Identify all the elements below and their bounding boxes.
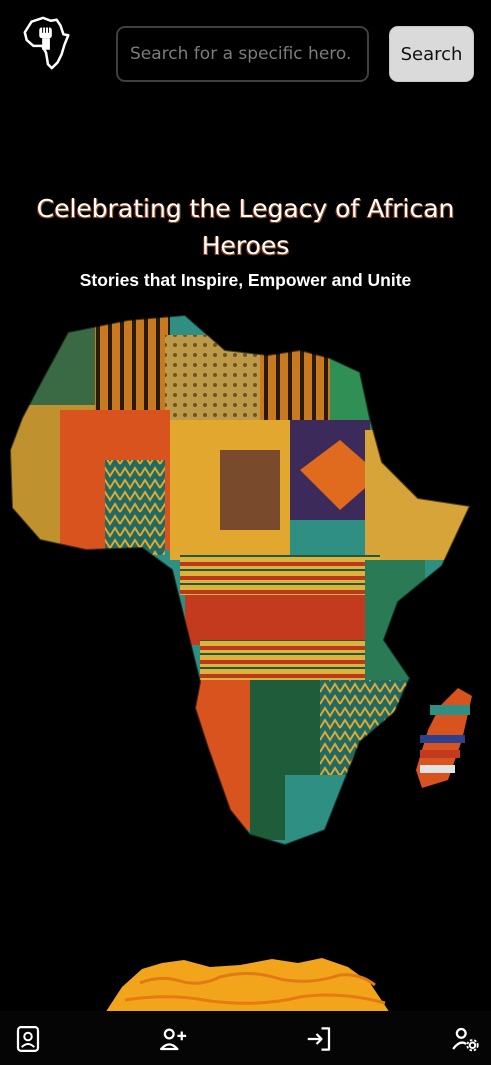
sunset-illustration [105, 958, 390, 1013]
login-icon[interactable] [304, 1024, 334, 1054]
africa-fist-logo-icon[interactable] [18, 14, 76, 72]
search-button[interactable]: Search [389, 26, 474, 82]
hero-title: Celebrating the Legacy of African Heroes [36, 194, 455, 260]
contact-card-icon[interactable] [13, 1024, 43, 1054]
africa-pattern-map [8, 313, 472, 847]
add-user-icon[interactable] [158, 1024, 188, 1054]
hero-subtitle: Stories that Inspire, Empower and Unite [79, 270, 412, 290]
user-settings-icon[interactable] [450, 1024, 480, 1054]
bottom-navigation [0, 1011, 491, 1065]
top-bar: Search [0, 0, 491, 110]
search-input[interactable] [116, 26, 369, 82]
